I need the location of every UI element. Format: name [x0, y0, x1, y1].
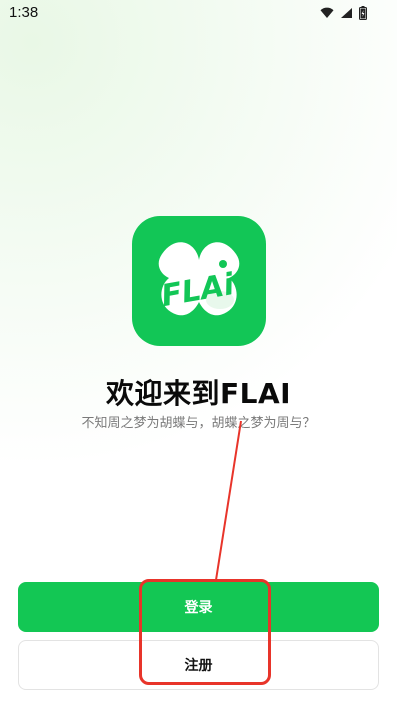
annotation-highlight-box	[139, 579, 271, 685]
battery-icon	[359, 6, 367, 20]
status-time: 1:38	[9, 4, 39, 21]
status-icons	[320, 6, 367, 20]
wifi-icon	[320, 7, 334, 19]
app-logo: FLAi	[132, 216, 266, 346]
page-title: 欢迎来到FLAI	[105, 377, 292, 410]
page-subtitle: 不知周之梦为胡蝶与，胡蝶之梦为周与？	[81, 416, 316, 431]
status-bar: 1:38	[0, 0, 397, 28]
signal-icon	[340, 7, 353, 19]
